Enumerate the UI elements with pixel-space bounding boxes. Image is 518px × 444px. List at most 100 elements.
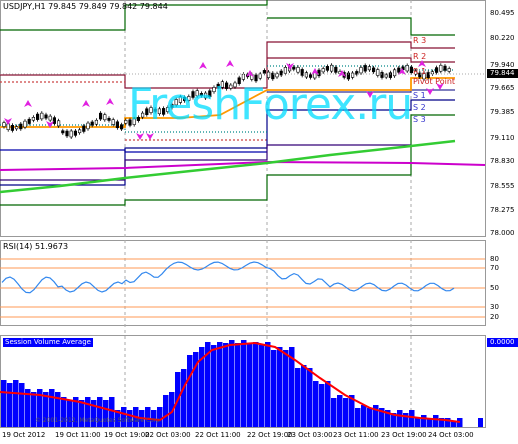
candle-body: [73, 130, 77, 136]
histogram-bar: [19, 383, 25, 427]
pivot-level-label: S 1: [413, 91, 426, 100]
time-axis-label: 22 Oct 19:00: [247, 431, 293, 439]
candle-body: [82, 125, 86, 132]
candle-body: [2, 122, 6, 127]
chart-canvas[interactable]: [0, 0, 518, 444]
histogram-bar: [478, 418, 483, 427]
candle-body: [317, 69, 321, 77]
histogram-bar: [211, 345, 217, 427]
histogram-bar: [181, 369, 187, 427]
candle-body: [334, 66, 338, 73]
price-axis-label: 79.385: [490, 108, 515, 116]
price-axis-label: 78.000: [490, 229, 515, 237]
histogram-bar: [325, 381, 331, 427]
candle-body: [15, 126, 19, 130]
time-axis-label: 19 Oct 11:00: [55, 431, 101, 439]
price-axis-label: 78.830: [490, 157, 515, 165]
candle-body: [120, 124, 124, 130]
histogram-bar: [13, 380, 19, 427]
candle-body: [107, 117, 111, 121]
candle-body: [304, 72, 309, 78]
watermark: FreshForex.ru: [128, 79, 413, 130]
candle-body: [359, 67, 363, 74]
candle-body: [296, 67, 300, 73]
candle-body: [376, 69, 380, 76]
histogram-panel-title: Session Volume Average: [3, 338, 93, 347]
rsi-axis-label: 30: [490, 303, 499, 311]
histogram-bar: [331, 398, 337, 427]
histogram-bar: [319, 384, 325, 427]
candle-body: [31, 117, 35, 121]
pivot-level-label: R 2: [413, 52, 427, 61]
candle-body: [19, 123, 23, 130]
candle-body: [363, 65, 367, 72]
rsi-axis-label: 70: [490, 264, 499, 272]
candle-body: [384, 74, 388, 78]
candle-body: [380, 72, 384, 78]
rsi-axis-label: 50: [490, 284, 499, 292]
candle-body: [439, 64, 443, 72]
histogram-bar: [313, 381, 319, 427]
histogram-bar: [301, 365, 307, 427]
histogram-bar: [271, 350, 277, 427]
candle-body: [262, 70, 267, 74]
candle-body: [292, 66, 296, 70]
histogram-value-tag: 0.0000: [487, 338, 518, 347]
histogram-bar: [283, 350, 289, 427]
chart-window: FreshForex.ru USDJPY,H1 79.845 79.849 79…: [0, 0, 518, 444]
time-axis-label: 24 Oct 03:00: [428, 431, 474, 439]
candle-body: [48, 115, 52, 121]
candle-body: [124, 120, 128, 124]
arrow-up-marker: [199, 62, 207, 69]
price-panel-title: USDJPY,H1 79.845 79.849 79.842 79.844: [3, 2, 168, 11]
arrow-down-marker: [426, 88, 434, 95]
arrow-up-marker: [226, 60, 234, 67]
pivot-level-label: R 1: [413, 67, 427, 76]
candle-body: [266, 71, 271, 78]
histogram-bar: [1, 380, 7, 427]
rsi-axis-label: 80: [490, 255, 499, 263]
histogram-bar: [343, 398, 349, 427]
arrow-up-marker: [418, 60, 426, 67]
histogram-bar: [235, 343, 241, 427]
candle-body: [10, 125, 14, 131]
candle-body: [6, 123, 10, 131]
candle-body: [111, 119, 115, 125]
time-axis-label: 19 Oct 2012: [2, 431, 46, 439]
histogram-bar: [253, 342, 259, 427]
histogram-bar: [421, 415, 427, 427]
candle-body: [434, 67, 439, 73]
price-axis-label: 80.220: [490, 34, 515, 42]
histogram-bar: [259, 345, 265, 427]
candle-body: [69, 130, 73, 138]
histogram-bar: [247, 343, 253, 427]
price-axis-label: 78.275: [490, 206, 515, 214]
histogram-bar: [241, 340, 247, 427]
histogram-bar: [223, 343, 229, 427]
histogram-bar: [217, 342, 223, 427]
rsi-panel-title: RSI(14) 51.9673: [3, 242, 69, 251]
pivot-level-label: R 3: [413, 36, 427, 45]
price-axis-label: 80.495: [490, 9, 515, 17]
candle-body: [388, 72, 393, 78]
time-axis-label: 23 Oct 11:00: [333, 431, 379, 439]
candle-body: [40, 112, 44, 120]
arrow-down-marker: [136, 133, 144, 140]
pivot-level-label: S 3: [413, 115, 426, 124]
candle-body: [65, 130, 69, 137]
candle-body: [86, 122, 90, 130]
time-axis-label: 22 Oct 11:00: [195, 431, 241, 439]
histogram-bars: [1, 340, 483, 427]
candle-body: [443, 65, 447, 71]
candle-body: [405, 65, 409, 72]
histogram-bar: [367, 408, 373, 427]
candle-body: [23, 120, 27, 128]
candle-body: [103, 114, 107, 121]
candle-body: [56, 120, 61, 127]
pivot-level-label: S 2: [413, 103, 426, 112]
price-axis-label: 78.555: [490, 182, 515, 190]
candle-body: [308, 74, 313, 78]
candle-body: [90, 121, 94, 126]
candle-body: [99, 112, 103, 120]
copyright-text: © 2001-2012, MetaQuotes Software Corp.: [35, 417, 162, 424]
